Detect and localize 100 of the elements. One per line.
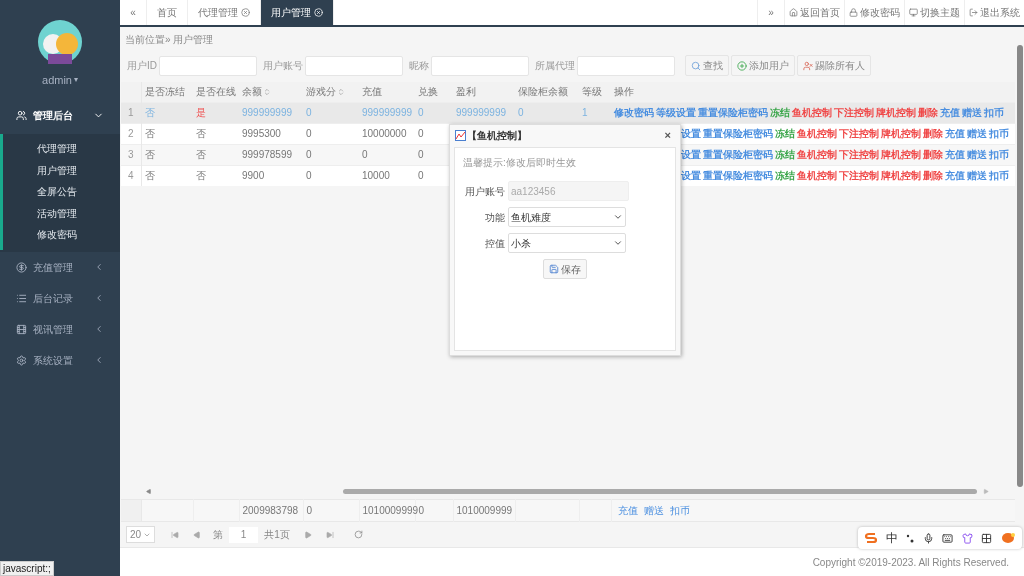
tabs-prev-button[interactable]: « <box>120 0 147 25</box>
row-action-link[interactable]: 鱼机控制 <box>792 105 832 120</box>
column-header[interactable]: 盈利 <box>456 84 476 100</box>
row-action-link[interactable]: 冻结 <box>775 168 795 184</box>
row-action-link[interactable]: 设置 <box>681 168 701 184</box>
menu-item[interactable]: 充值管理 <box>0 251 120 283</box>
refresh-icon[interactable] <box>353 530 363 539</box>
row-action-link[interactable]: 充值 <box>945 147 965 162</box>
footer-action-link[interactable]: 扣币 <box>669 505 690 516</box>
row-action-link[interactable]: 充值 <box>945 126 965 141</box>
row-action-link[interactable]: 删除 <box>923 147 943 162</box>
toolbar-link[interactable]: 退出系统 <box>964 0 1024 25</box>
next-page-icon[interactable] <box>303 530 312 539</box>
page-size-select[interactable]: 20 <box>126 526 156 543</box>
row-action-link[interactable]: 牌机控制 <box>881 147 921 162</box>
row-action-link[interactable]: 扣币 <box>989 126 1009 141</box>
vertical-scrollbar[interactable] <box>1015 27 1024 547</box>
row-action-link[interactable]: 删除 <box>923 126 943 141</box>
first-page-icon[interactable] <box>171 530 180 539</box>
toolbar-link[interactable]: 修改密码 <box>844 0 904 25</box>
toolbar-button[interactable]: 查找 <box>685 55 729 76</box>
column-header[interactable]: 保险柜余额 <box>518 84 568 100</box>
column-header[interactable]: 是否在线 <box>196 84 236 100</box>
user-menu[interactable]: admin ▾ <box>42 72 78 89</box>
ime-language[interactable]: 中 <box>885 529 898 547</box>
punctuation-icon[interactable] <box>906 533 915 543</box>
column-header[interactable]: 余额 <box>242 84 271 100</box>
row-action-link[interactable]: 删除 <box>923 168 943 184</box>
menu-item[interactable]: 系统设置 <box>0 344 120 376</box>
tab[interactable]: 首页 <box>147 0 188 25</box>
row-action-link[interactable]: 冻结 <box>775 126 795 141</box>
search-field[interactable] <box>159 55 257 76</box>
row-action-link[interactable]: 牌机控制 <box>881 126 921 141</box>
row-action-link[interactable]: 牌机控制 <box>881 168 921 184</box>
page-input[interactable]: 1 <box>229 526 259 543</box>
row-action-link[interactable]: 冻结 <box>775 147 795 162</box>
menu-item[interactable]: 管理后台 <box>0 96 120 134</box>
select-field[interactable]: 小杀 <box>508 233 626 253</box>
horizontal-scrollbar[interactable] <box>342 488 978 494</box>
row-action-link[interactable]: 赠送 <box>962 105 982 120</box>
submenu-item[interactable]: 活动管理 <box>3 202 120 224</box>
column-header[interactable]: 等级 <box>582 84 602 100</box>
submenu-item[interactable]: 修改密码 <box>3 224 120 246</box>
last-page-icon[interactable] <box>325 530 334 539</box>
row-action-link[interactable]: 鱼机控制 <box>797 168 837 184</box>
row-action-link[interactable]: 充值 <box>945 168 965 184</box>
close-button[interactable]: × <box>664 126 671 144</box>
row-action-link[interactable]: 设置 <box>681 126 701 141</box>
submenu-item[interactable]: 全屏公告 <box>3 181 120 203</box>
menu-item[interactable]: 视讯管理 <box>0 313 120 345</box>
row-action-link[interactable]: 赠送 <box>967 168 987 184</box>
row-action-link[interactable]: 赠送 <box>967 147 987 162</box>
row-action-link[interactable]: 下注控制 <box>839 126 879 141</box>
row-action-link[interactable]: 下注控制 <box>834 105 874 120</box>
row-action-link[interactable]: 赠送 <box>967 126 987 141</box>
row-action-link[interactable]: 扣币 <box>989 147 1009 162</box>
scroll-right-icon[interactable] <box>983 487 989 495</box>
scroll-left-icon[interactable] <box>146 487 152 495</box>
row-action-link[interactable]: 重置保险柜密码 <box>703 147 773 162</box>
row-action-link[interactable]: 牌机控制 <box>876 105 916 120</box>
table-row[interactable]: 1 否 是 999999999 0 999999999 0 999999999 0 1 修改密码 等级设置 重置保险柜密码 冻结 鱼机控制 下注控制 牌机控制 删除 充值 赠送 扣币 <box>121 102 1016 123</box>
toolbar-button[interactable]: 添加用户 <box>731 55 795 76</box>
column-header[interactable]: 是否冻结 <box>144 84 185 100</box>
microphone-icon[interactable] <box>922 532 934 544</box>
row-action-link[interactable]: 扣币 <box>984 105 1004 120</box>
footer-action-link[interactable]: 充值 <box>617 505 638 516</box>
column-header[interactable]: 游戏分 <box>306 84 345 100</box>
select-field[interactable]: 鱼机难度 <box>508 207 626 227</box>
grid-icon[interactable] <box>981 532 993 544</box>
shirt-icon[interactable] <box>961 532 973 544</box>
submenu-item[interactable]: 代理管理 <box>3 138 120 160</box>
previous-page-icon[interactable] <box>193 530 202 539</box>
toolbar-link[interactable]: 切换主题 <box>904 0 964 25</box>
row-action-link[interactable]: 鱼机控制 <box>797 126 837 141</box>
search-field[interactable] <box>577 55 675 76</box>
row-action-link[interactable]: 冻结 <box>770 105 790 120</box>
menu-item[interactable]: 后台记录 <box>0 282 120 314</box>
row-action-link[interactable]: 重置保险柜密码 <box>698 105 768 120</box>
toolbar-link[interactable]: 返回首页 <box>784 0 844 25</box>
column-header[interactable]: 充值 <box>362 84 382 100</box>
row-action-link[interactable]: 下注控制 <box>839 168 879 184</box>
column-header[interactable]: 兑换 <box>418 84 438 100</box>
row-action-link[interactable]: 鱼机控制 <box>797 147 837 162</box>
row-action-link[interactable]: 删除 <box>918 105 938 120</box>
submenu-item[interactable]: 用户管理 <box>3 159 120 181</box>
footer-action-link[interactable]: 赠送 <box>643 505 664 516</box>
row-action-link[interactable]: 充值 <box>940 105 960 120</box>
row-action-link[interactable]: 下注控制 <box>839 147 879 162</box>
column-header[interactable]: 操作 <box>614 84 634 100</box>
s-logo-icon[interactable] <box>865 532 878 544</box>
save-button[interactable]: 保存 <box>543 259 587 279</box>
search-field[interactable] <box>305 55 403 76</box>
row-action-link[interactable]: 重置保险柜密码 <box>703 126 773 141</box>
tabs-next-button[interactable]: » <box>757 0 784 25</box>
row-action-link[interactable]: 修改密码 <box>614 105 654 120</box>
tab[interactable]: 用户管理 <box>261 0 334 25</box>
row-action-link[interactable]: 扣币 <box>989 168 1009 184</box>
row-action-link[interactable]: 设置 <box>681 147 701 162</box>
row-action-link[interactable]: 重置保险柜密码 <box>703 168 773 184</box>
row-action-link[interactable]: 等级设置 <box>656 105 696 120</box>
